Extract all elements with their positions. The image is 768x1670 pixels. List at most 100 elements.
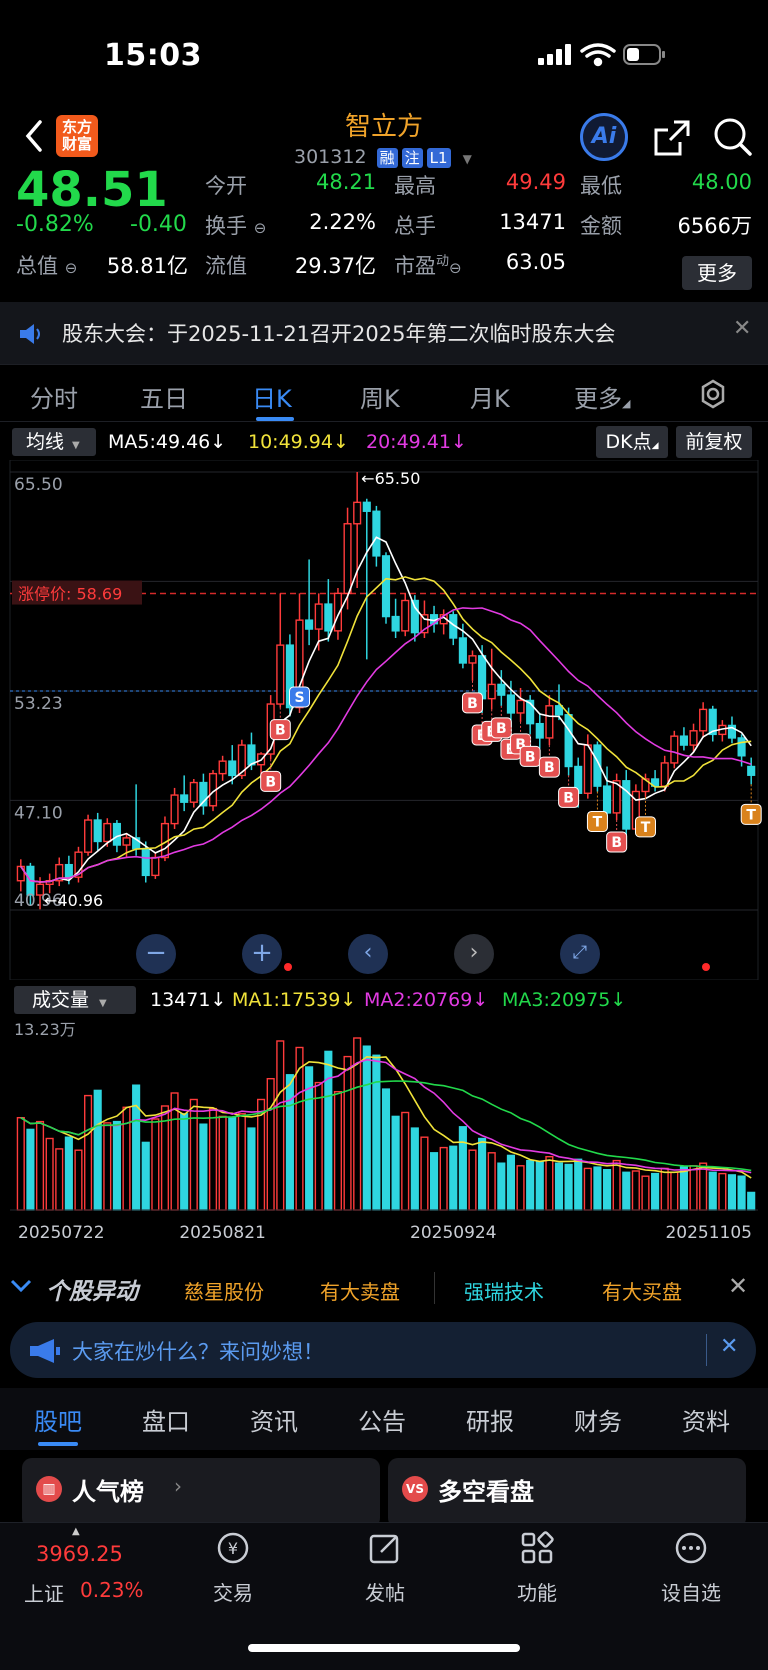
candle-up xyxy=(401,599,410,632)
candle-down xyxy=(112,822,121,846)
mover-name[interactable]: 强瑞技术 xyxy=(464,1276,544,1305)
chevron-right-icon[interactable]: › xyxy=(454,934,494,974)
float-cap-label: 流值 xyxy=(205,254,247,278)
tab-profile[interactable]: 资料 xyxy=(682,1402,730,1437)
candle-up xyxy=(699,708,708,732)
compose-icon xyxy=(369,1534,399,1564)
index-widget[interactable]: ▲ 3969.25 上证 0.23% xyxy=(0,1522,150,1612)
more-quote-button[interactable]: 更多 xyxy=(682,256,752,290)
chevron-down-icon[interactable] xyxy=(10,1278,32,1294)
volume-chart[interactable]: 13.23万 20250722 20250821 20250924 20251105 xyxy=(0,1018,768,1258)
nav-post[interactable]: 发帖 xyxy=(340,1530,430,1606)
candle-down xyxy=(180,794,189,803)
caret-down-icon: ▼ xyxy=(462,152,472,166)
caret-up-icon: ▲ xyxy=(72,1526,80,1537)
volume-bar-down xyxy=(362,1045,371,1211)
nav-functions[interactable]: 功能 xyxy=(492,1530,582,1606)
share-icon[interactable] xyxy=(652,118,692,158)
popularity-card[interactable]: ▥ 人气榜 › xyxy=(22,1458,380,1528)
tab-announcements[interactable]: 公告 xyxy=(358,1402,406,1437)
last-price: 48.51 xyxy=(16,162,168,218)
open-value: 48.21 xyxy=(316,170,377,194)
ask-bar[interactable]: 大家在炒什么？来问妙想！ ✕ xyxy=(10,1322,756,1378)
volume-ma-bar: 成交量 ▼ 13471↓ MA1:17539↓ MA2:20769↓ MA3:20… xyxy=(0,984,768,1018)
volume-bar-up xyxy=(420,1136,429,1211)
mover-name[interactable]: 慈星股份 xyxy=(184,1276,264,1305)
volume-bar-up xyxy=(55,1148,64,1211)
candle-up xyxy=(516,699,525,714)
limit-up-label: 涨停价: 58.69 xyxy=(18,585,122,604)
candle-down xyxy=(141,847,150,877)
volume-bar-up xyxy=(343,1055,352,1211)
tab-finance[interactable]: 财务 xyxy=(574,1402,622,1437)
vol-ma2: MA2:20769↓ xyxy=(364,989,489,1011)
chart-frame xyxy=(9,460,759,980)
close-icon[interactable]: ✕ xyxy=(733,316,751,341)
high-marker: ←65.50 xyxy=(361,469,420,488)
total-cap-value: 58.81亿 xyxy=(106,254,188,278)
pe-label: 市盈动⊖ xyxy=(394,254,462,278)
settings-icon[interactable] xyxy=(698,379,728,409)
ma20-value: 20:49.41↓ xyxy=(366,431,467,453)
signal-label: B xyxy=(544,760,555,776)
price-axis-label: 65.50 xyxy=(14,475,63,495)
fullscreen-icon[interactable]: ⤢ xyxy=(560,934,600,974)
search-icon[interactable] xyxy=(712,116,754,158)
badge-margin: 融 xyxy=(376,148,398,168)
volume-selector[interactable]: 成交量 ▼ xyxy=(14,986,136,1014)
notice-bar[interactable]: 股东大会：于2025-11-21召开2025年第二次临时股东大会 ✕ xyxy=(0,302,768,364)
nav-watchlist[interactable]: 设自选 xyxy=(646,1530,736,1606)
ma-selector[interactable]: 均线 ▼ xyxy=(12,428,96,456)
volume-bar-up xyxy=(218,1115,227,1211)
change-pct: -0.82% xyxy=(16,212,94,237)
price-axis-label: 53.23 xyxy=(14,694,63,714)
movers-bar[interactable]: 个股异动 慈星股份 有大卖盘 强瑞技术 有大买盘 ✕ xyxy=(0,1262,768,1314)
candle-up xyxy=(689,730,698,746)
candle-down xyxy=(564,714,573,768)
nav-trade[interactable]: ¥ 交易 xyxy=(188,1530,278,1606)
adjust-button[interactable]: 前复权 xyxy=(676,426,752,458)
signal-label: B xyxy=(611,835,622,851)
close-icon[interactable]: ✕ xyxy=(728,1272,748,1300)
tab-research[interactable]: 研报 xyxy=(466,1402,514,1437)
candle-up xyxy=(218,760,227,775)
dk-button[interactable]: DK点◢ xyxy=(596,426,668,458)
kline-chart[interactable]: BBSBBBBBBBBBTBTT 65.5059.3753.2347.1040.… xyxy=(0,460,768,980)
tab-monthly-k[interactable]: 月K xyxy=(470,379,510,414)
volume-bar-up xyxy=(612,1159,621,1211)
ma10-value: 10:49.94↓ xyxy=(248,431,349,453)
chevron-left-icon[interactable]: ‹ xyxy=(348,934,388,974)
tab-orderbook[interactable]: 盘口 xyxy=(142,1402,190,1437)
tab-guba[interactable]: 股吧 xyxy=(34,1402,82,1437)
volume-bar-down xyxy=(381,1088,391,1211)
zoom-in-button[interactable]: + xyxy=(242,934,282,974)
tab-intraday[interactable]: 分时 xyxy=(30,379,78,414)
tab-five-day[interactable]: 五日 xyxy=(140,379,188,414)
pe-value: 63.05 xyxy=(505,250,566,274)
candle-down xyxy=(506,694,515,714)
ai-button[interactable]: Ai xyxy=(580,113,628,161)
tab-more[interactable]: 更多◢ xyxy=(574,379,630,414)
candle-up xyxy=(660,762,669,787)
tab-daily-k[interactable]: 日K xyxy=(252,379,292,414)
close-icon[interactable]: ✕ xyxy=(720,1334,738,1359)
volume-bar-up xyxy=(151,1118,160,1211)
zoom-out-button[interactable]: − xyxy=(136,934,176,974)
volume-bar-up xyxy=(84,1094,93,1211)
volume-bar-down xyxy=(478,1137,487,1211)
vol-ma1: MA1:17539↓ xyxy=(232,989,357,1011)
volume-bar-down xyxy=(132,1084,141,1211)
tab-weekly-k[interactable]: 周K xyxy=(360,379,400,414)
volume-bar-up xyxy=(74,1149,83,1211)
nav-label: 交易 xyxy=(213,1581,253,1605)
candle-down xyxy=(362,501,371,512)
bull-bear-card[interactable]: VS 多空看盘 xyxy=(388,1458,746,1528)
candle-up xyxy=(122,837,131,846)
date-axis-label: 20250821 xyxy=(179,1223,266,1243)
nav-label: 发帖 xyxy=(365,1581,405,1605)
tab-news[interactable]: 资讯 xyxy=(250,1402,298,1437)
signal-label: S xyxy=(294,690,304,706)
volume-bar-down xyxy=(64,1136,73,1211)
stock-code-row[interactable]: 301312 融注 L1 ▼ xyxy=(294,146,472,168)
volume-bar-down xyxy=(535,1161,544,1211)
